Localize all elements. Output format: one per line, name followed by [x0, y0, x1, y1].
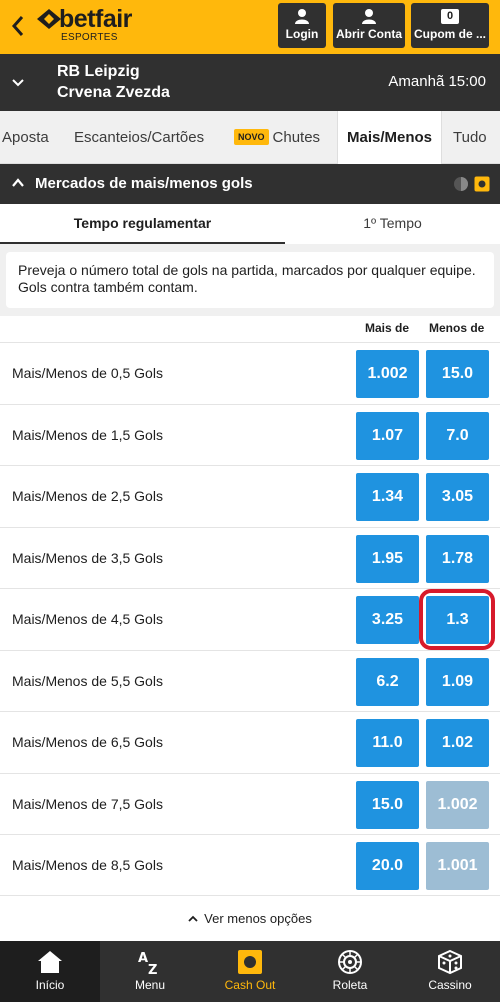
over-odds-button[interactable]: 1.07: [356, 411, 419, 460]
market-label: Mais/Menos de 5,5 Gols: [12, 672, 163, 689]
show-less-button[interactable]: Ver menos opções: [0, 895, 500, 941]
over-odds-button[interactable]: 6.2: [356, 657, 419, 706]
home-icon: [38, 951, 62, 973]
chevron-left-icon: [11, 16, 24, 36]
in-play-clock-icon: [454, 177, 468, 191]
dice-icon: [438, 949, 462, 975]
column-header-under: Menos de: [429, 321, 485, 335]
under-odds-button[interactable]: 7.0: [426, 411, 489, 460]
away-team: Crvena Zvezda: [57, 84, 170, 101]
cashout-icon: [238, 950, 262, 974]
betfair-logo[interactable]: betfair ESPORTES: [37, 5, 147, 45]
betfair-logo-mark-icon: [37, 9, 61, 29]
under-odds-button[interactable]: 1.002: [426, 780, 489, 829]
bet-slip-label: Cupom de ...: [414, 27, 486, 41]
tab-chutes-label: Chutes: [272, 129, 321, 146]
under-odds-button[interactable]: 1.001: [426, 842, 489, 890]
tab-tudo[interactable]: Tudo: [453, 111, 487, 164]
market-label: Mais/Menos de 4,5 Gols: [12, 611, 163, 627]
column-header-over: Mais de: [365, 321, 410, 335]
under-odds-button[interactable]: 1.78: [426, 534, 489, 583]
login-label: Login: [285, 27, 319, 41]
tab-aposta[interactable]: Aposta: [2, 111, 49, 164]
nav-roleta-label: Roleta: [332, 978, 368, 992]
roulette-icon: [338, 950, 362, 974]
tab-escanteios-cartoes[interactable]: Escanteios/Cartões: [74, 111, 204, 164]
chevron-down-icon: [12, 79, 24, 87]
market-row: Mais/Menos de 2,5 Gols 1.34 3.05: [0, 465, 500, 527]
nav-menu[interactable]: AZ Menu: [100, 941, 200, 1002]
new-badge: NOVO: [234, 129, 269, 145]
under-odds-button[interactable]: 1.02: [426, 719, 489, 767]
nav-cash-out[interactable]: Cash Out: [200, 941, 300, 1002]
nav-roleta[interactable]: Roleta: [300, 941, 400, 1002]
tab-primeiro-tempo[interactable]: 1º Tempo: [285, 204, 500, 244]
under-odds-button[interactable]: 1.3: [426, 596, 489, 644]
show-less-label: Ver menos opções: [204, 911, 312, 926]
login-button[interactable]: Login: [278, 3, 326, 48]
svg-text:A: A: [138, 951, 148, 966]
nav-cassino-label: Cassino: [428, 978, 472, 992]
market-label: Mais/Menos de 3,5 Gols: [12, 549, 163, 566]
under-odds-button[interactable]: 3.05: [426, 473, 489, 521]
home-team: RB Leipzig: [57, 63, 140, 80]
market-section-header[interactable]: Mercados de mais/menos gols: [0, 164, 500, 204]
open-account-label: Abrir Conta: [336, 27, 402, 41]
nav-cash-out-label: Cash Out: [224, 978, 276, 992]
bet-slip-count: 0: [441, 9, 459, 24]
event-time: Amanhã 15:00: [388, 73, 486, 90]
market-row: Mais/Menos de 1,5 Gols 1.07 7.0: [0, 403, 500, 466]
bet-slip-button[interactable]: 0 Cupom de ...: [411, 3, 489, 48]
user-icon: [362, 9, 376, 24]
nav-cassino[interactable]: Cassino: [400, 941, 500, 1002]
svg-text:Z: Z: [148, 963, 157, 975]
tab-mais-menos[interactable]: Mais/Menos: [337, 111, 442, 164]
market-row: Mais/Menos de 4,5 Gols 3.25 1.3: [0, 588, 500, 650]
market-description: Preveja o número total de gols na partid…: [6, 252, 494, 308]
over-odds-button[interactable]: 15.0: [356, 780, 419, 829]
over-odds-button[interactable]: 1.34: [356, 473, 419, 521]
market-label: Mais/Menos de 8,5 Gols: [12, 857, 163, 873]
market-row: Mais/Menos de 3,5 Gols 1.95 1.78: [0, 526, 500, 589]
chevron-up-icon: [188, 915, 198, 922]
market-label: Mais/Menos de 7,5 Gols: [12, 795, 163, 812]
over-odds-button[interactable]: 3.25: [356, 596, 419, 644]
market-label: Mais/Menos de 6,5 Gols: [12, 734, 163, 750]
nav-inicio[interactable]: Início: [0, 941, 100, 1002]
over-odds-button[interactable]: 20.0: [356, 842, 419, 890]
under-odds-button[interactable]: 15.0: [426, 350, 489, 398]
market-label: Mais/Menos de 1,5 Gols: [12, 426, 163, 443]
over-odds-button[interactable]: 1.002: [356, 350, 419, 398]
open-account-button[interactable]: Abrir Conta: [333, 3, 405, 48]
logo-word: betfair: [59, 5, 132, 33]
bottom-nav: Início AZ Menu Cash Out Roleta Cassino: [0, 941, 500, 1002]
nav-menu-label: Menu: [134, 978, 166, 992]
market-label: Mais/Menos de 0,5 Gols: [12, 365, 163, 381]
az-icon: AZ: [138, 951, 157, 975]
market-row: Mais/Menos de 0,5 Gols 1.002 15.0: [0, 342, 500, 404]
user-icon: [295, 9, 309, 24]
chevron-up-icon: [12, 178, 24, 187]
back-button[interactable]: [6, 10, 30, 42]
market-row: Mais/Menos de 5,5 Gols 6.2 1.09: [0, 649, 500, 712]
logo-sub: ESPORTES: [61, 32, 118, 43]
event-header[interactable]: RB Leipzig Crvena Zvezda Amanhã 15:00: [0, 54, 500, 111]
tab-chutes[interactable]: NOVO Chutes: [234, 111, 320, 164]
over-odds-button[interactable]: 11.0: [356, 719, 419, 767]
market-list: Mais/Menos de 0,5 Gols 1.002 15.0 Mais/M…: [0, 342, 500, 896]
market-row: Mais/Menos de 6,5 Gols 11.0 1.02: [0, 711, 500, 773]
tab-tempo-regulamentar[interactable]: Tempo regulamentar: [0, 204, 285, 244]
top-bar: betfair ESPORTES Login Abrir Conta 0 Cup…: [0, 0, 500, 54]
market-tabs: Aposta Escanteios/Cartões NOVO Chutes Mai…: [0, 111, 500, 164]
market-row: Mais/Menos de 8,5 Gols 20.0 1.001: [0, 834, 500, 896]
over-odds-button[interactable]: 1.95: [356, 534, 419, 583]
period-tabs: Tempo regulamentar 1º Tempo: [0, 204, 500, 244]
under-odds-button[interactable]: 1.09: [426, 657, 489, 706]
nav-inicio-label: Início: [35, 978, 65, 992]
section-title: Mercados de mais/menos gols: [35, 175, 253, 192]
market-label: Mais/Menos de 2,5 Gols: [12, 488, 163, 504]
market-row: Mais/Menos de 7,5 Gols 15.0 1.002: [0, 772, 500, 835]
cashout-icon: [474, 176, 490, 192]
info-wrapper: Preveja o número total de gols na partid…: [0, 244, 500, 316]
